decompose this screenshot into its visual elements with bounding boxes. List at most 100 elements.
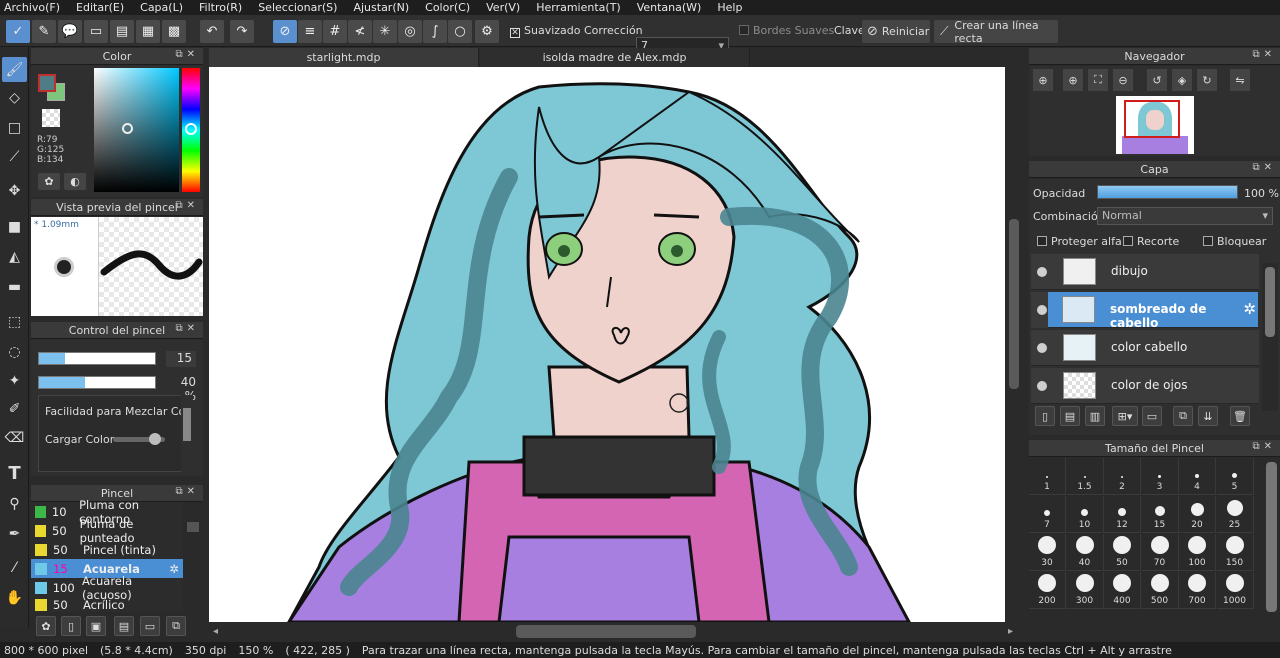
brush-item[interactable]: 50 Acrílico bbox=[31, 597, 183, 612]
panel-controls-icon[interactable]: ⧉✕ bbox=[1252, 162, 1276, 173]
layer-row[interactable]: dibujo bbox=[1031, 254, 1259, 290]
panel-controls-icon[interactable]: ⧉✕ bbox=[175, 200, 199, 211]
brush-size-cell[interactable]: 40 bbox=[1066, 534, 1104, 571]
trash-icon[interactable]: 🗑 bbox=[1230, 406, 1250, 426]
fill-rect-tool-icon[interactable]: ■ bbox=[2, 214, 27, 239]
layer-scrollbar[interactable] bbox=[1262, 263, 1278, 411]
zoom-out-icon[interactable]: ⊖ bbox=[1113, 69, 1133, 91]
new-halftone-layer-icon[interactable]: ▤ bbox=[1060, 406, 1080, 426]
visibility-eye-icon[interactable] bbox=[1037, 343, 1047, 353]
gear-icon[interactable]: ✲ bbox=[1243, 300, 1256, 318]
brush-size-cell[interactable]: 15 bbox=[1141, 496, 1179, 533]
curve-snap-icon[interactable]: ∫ bbox=[423, 20, 447, 43]
brush-item[interactable]: 50 Pluma de punteado bbox=[31, 517, 183, 545]
color-picker-cursor[interactable] bbox=[122, 123, 133, 134]
menu-seleccionar[interactable]: Seleccionar(S) bbox=[258, 1, 337, 14]
straight-line-button[interactable]: ⟋ Crear una línea recta bbox=[934, 19, 1058, 45]
line-tool-icon[interactable]: ⟋ bbox=[2, 144, 27, 169]
panel-controls-icon[interactable]: ⧉✕ bbox=[175, 49, 199, 60]
panel-controls-icon[interactable]: ⧉✕ bbox=[175, 323, 199, 334]
menu-ventana[interactable]: Ventana(W) bbox=[637, 1, 702, 14]
palette-icon[interactable]: ✿ bbox=[38, 173, 60, 190]
select-pen-icon[interactable]: ✐ bbox=[2, 396, 27, 421]
brush-size-cell[interactable]: 4 bbox=[1179, 458, 1216, 495]
zoom-reset-icon[interactable]: ⛶ bbox=[1088, 69, 1108, 91]
saturation-value-picker[interactable] bbox=[94, 68, 179, 192]
gradient-tool-icon[interactable]: ▬ bbox=[2, 274, 27, 299]
folder-icon[interactable]: ▭ bbox=[1142, 406, 1162, 426]
ruler-tool-icon[interactable]: ⚲ bbox=[2, 491, 27, 516]
fg-color-swatch[interactable] bbox=[38, 74, 56, 92]
visibility-eye-icon[interactable] bbox=[1037, 305, 1047, 315]
brush-item[interactable]: 50 Pincel (tinta) bbox=[31, 540, 183, 559]
brush-size-cell[interactable]: 50 bbox=[1104, 534, 1141, 571]
hand-tool-icon[interactable]: ✋ bbox=[2, 585, 27, 610]
zoom-in-icon[interactable]: ⊕ bbox=[1063, 69, 1083, 91]
scroll-thumb[interactable] bbox=[1265, 267, 1275, 337]
layer-row[interactable]: color de ojos bbox=[1031, 368, 1259, 404]
new-1bit-layer-icon[interactable]: ▥ bbox=[1085, 406, 1105, 426]
load-slider-knob[interactable] bbox=[149, 433, 161, 445]
brush-tool-icon[interactable]: 🖌 bbox=[2, 57, 27, 82]
protect-alpha-checkbox[interactable]: Proteger alfa bbox=[1037, 235, 1122, 248]
menu-color[interactable]: Color(C) bbox=[425, 1, 470, 14]
drawing-canvas[interactable] bbox=[209, 67, 1005, 622]
crosshair-snap-icon[interactable]: # bbox=[323, 20, 347, 43]
visibility-eye-icon[interactable] bbox=[1037, 381, 1047, 391]
eyedropper-icon[interactable]: ⁄ bbox=[2, 555, 27, 580]
layer-row-selected[interactable]: sombreado de cabello ✲ bbox=[1048, 292, 1258, 330]
rotate-right-icon[interactable]: ↻ bbox=[1197, 69, 1217, 91]
document-icon[interactable]: ▤ bbox=[110, 20, 134, 43]
menu-ver[interactable]: Ver(V) bbox=[486, 1, 520, 14]
brush-size-cell[interactable]: 7 bbox=[1029, 496, 1066, 533]
duplicate-layer-icon[interactable]: ⧉ bbox=[1173, 406, 1193, 426]
brush-size-cell[interactable]: 20 bbox=[1179, 496, 1216, 533]
merge-layer-icon[interactable]: ⇊ bbox=[1198, 406, 1218, 426]
bucket-tool-icon[interactable]: ◭ bbox=[2, 244, 27, 269]
pen-tool-icon[interactable]: ✒ bbox=[2, 521, 27, 546]
layer-row[interactable]: color cabello bbox=[1031, 330, 1259, 366]
brush-size-cell[interactable]: 1.5 bbox=[1066, 458, 1104, 495]
transparent-swatch[interactable] bbox=[42, 109, 60, 127]
flip-icon[interactable]: ⇋ bbox=[1230, 69, 1250, 91]
menu-editar[interactable]: Editar(E) bbox=[76, 1, 124, 14]
comment-icon[interactable]: ✎ bbox=[32, 20, 56, 43]
folder-icon[interactable]: ▭ bbox=[140, 616, 160, 636]
visibility-eye-icon[interactable] bbox=[1037, 267, 1047, 277]
clipping-checkbox[interactable]: Recorte bbox=[1123, 235, 1179, 248]
radial-snap-icon[interactable]: ✳ bbox=[373, 20, 397, 43]
magic-wand-icon[interactable]: ✦ bbox=[2, 368, 27, 393]
menu-capa[interactable]: Capa(L) bbox=[140, 1, 183, 14]
navigator-viewport[interactable] bbox=[1124, 100, 1180, 138]
grid-icon[interactable]: ▩ bbox=[162, 20, 186, 43]
redo-icon[interactable]: ↷ bbox=[230, 20, 254, 43]
brush-size-cell[interactable]: 2 bbox=[1104, 458, 1141, 495]
ellipse-snap-icon[interactable]: ○ bbox=[448, 20, 472, 43]
duplicate-icon[interactable]: ⧉ bbox=[166, 616, 186, 636]
gear-icon[interactable]: ⚙ bbox=[475, 20, 499, 43]
scroll-right-icon[interactable]: ▸ bbox=[1008, 626, 1013, 637]
zoom-fit-icon[interactable]: ⊕ bbox=[1033, 69, 1053, 91]
layer-add-menu-icon[interactable]: ⊞▾ bbox=[1112, 406, 1138, 426]
menu-help[interactable]: Help bbox=[717, 1, 742, 14]
brush-control-scrollbar[interactable] bbox=[181, 395, 193, 472]
brush-size-cell[interactable]: 1 bbox=[1029, 458, 1066, 495]
brush-size-slider[interactable] bbox=[38, 352, 156, 365]
brush-add-icon[interactable]: ✿ bbox=[36, 616, 56, 636]
tab-starlight[interactable]: starlight.mdp bbox=[209, 48, 479, 67]
brush-size-cell[interactable]: 1000 bbox=[1216, 572, 1254, 609]
reset-button[interactable]: ⊘ Reiniciar bbox=[862, 20, 930, 43]
brush-size-cell[interactable]: 10 bbox=[1066, 496, 1104, 533]
panel-controls-icon[interactable]: ⧉✕ bbox=[175, 486, 199, 497]
load-color-slider[interactable] bbox=[113, 433, 165, 445]
scroll-thumb[interactable] bbox=[187, 522, 199, 532]
hue-cursor[interactable] bbox=[185, 123, 197, 135]
menu-herramienta[interactable]: Herramienta(T) bbox=[536, 1, 621, 14]
undo-icon[interactable]: ↶ bbox=[200, 20, 224, 43]
panels-icon[interactable]: ▦ bbox=[136, 20, 160, 43]
speech-bubble-icon[interactable]: 💬 bbox=[58, 20, 82, 43]
menu-filtro[interactable]: Filtro(R) bbox=[199, 1, 242, 14]
menu-archivo[interactable]: Archivo(F) bbox=[4, 1, 60, 14]
shape-tool-icon[interactable]: □ bbox=[2, 115, 27, 140]
panel-controls-icon[interactable]: ⧉✕ bbox=[1252, 49, 1276, 60]
